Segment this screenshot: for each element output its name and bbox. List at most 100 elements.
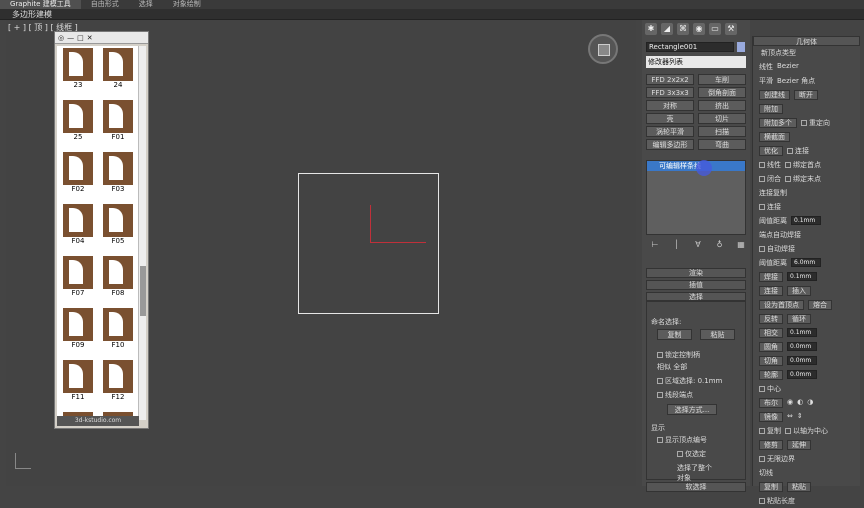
modifier-button[interactable]: 切片 xyxy=(698,113,746,124)
tab-selection[interactable]: 选择 xyxy=(129,0,163,9)
threshold2-spinner[interactable]: 6.0mm xyxy=(791,258,821,267)
threshold-spinner[interactable]: 0.1mm xyxy=(791,216,821,225)
modifier-button[interactable]: 对称 xyxy=(646,100,694,111)
mirror-vertical-icon[interactable]: ⇕ xyxy=(797,412,803,422)
mirror-horizontal-icon[interactable]: ⇔ xyxy=(787,412,793,422)
profile-tile[interactable]: F02 xyxy=(61,152,95,196)
vertex-smooth-radio[interactable]: 平滑 xyxy=(759,76,773,86)
palette-scroll-thumb[interactable] xyxy=(140,266,146,316)
rollout-rendering[interactable]: 渲染 xyxy=(646,268,746,278)
trim-button[interactable]: 修剪 xyxy=(759,440,783,450)
cross-section-button[interactable]: 横截面 xyxy=(759,132,790,142)
chamfer-button[interactable]: 切角 xyxy=(759,356,783,366)
pin-stack-icon[interactable]: ⊢ xyxy=(650,240,660,250)
profile-tile[interactable]: F04 xyxy=(61,204,95,248)
select-by-button[interactable]: 选择方式... xyxy=(667,404,717,415)
outline-button[interactable]: 轮廓 xyxy=(759,370,783,380)
profile-tile[interactable]: F09 xyxy=(61,308,95,352)
refine-button[interactable]: 优化 xyxy=(759,146,783,156)
attach-multiple-button[interactable]: 附加多个 xyxy=(759,118,797,128)
paste-selection-button[interactable]: 粘贴 xyxy=(700,329,735,340)
configure-sets-icon[interactable]: ▦ xyxy=(736,240,746,250)
modifier-button[interactable]: 编辑多边形 xyxy=(646,139,694,150)
boolean-union-icon[interactable]: ◉ xyxy=(787,398,793,408)
tab-graphite[interactable]: Graphite 建模工具 xyxy=(0,0,81,9)
boolean-subtract-icon[interactable]: ◐ xyxy=(797,398,803,408)
modifier-button[interactable]: 壳 xyxy=(646,113,694,124)
bind-first-checkbox[interactable] xyxy=(785,162,791,168)
paste-length-checkbox[interactable] xyxy=(759,498,765,504)
cycle-button[interactable]: 循环 xyxy=(787,314,811,324)
modifier-button[interactable]: FFD 2x2x2 xyxy=(646,74,694,85)
boolean-button[interactable]: 布尔 xyxy=(759,398,783,408)
linear-checkbox[interactable] xyxy=(759,162,765,168)
attach-button[interactable]: 附加 xyxy=(759,104,783,114)
modifier-button[interactable]: FFD 3x3x3 xyxy=(646,87,694,98)
copy-selection-button[interactable]: 复制 xyxy=(657,329,692,340)
close-icon[interactable]: ✕ xyxy=(87,34,93,42)
vertex-bezier-corner-radio[interactable]: Bezier 角点 xyxy=(777,76,815,86)
palette-scrollbar[interactable] xyxy=(138,46,146,420)
profile-tile[interactable]: 24 xyxy=(101,48,135,92)
rectangle-shape[interactable] xyxy=(298,173,439,314)
modifier-button[interactable]: 涡轮平滑 xyxy=(646,126,694,137)
break-button[interactable]: 断开 xyxy=(794,90,818,100)
weld-spinner[interactable]: 0.1mm xyxy=(787,272,817,281)
modifier-button[interactable]: 扫描 xyxy=(698,126,746,137)
create-line-button[interactable]: 创建线 xyxy=(759,90,790,100)
profile-tile[interactable]: F05 xyxy=(101,204,135,248)
fillet-spinner[interactable]: 0.0mm xyxy=(787,342,817,351)
reorient-checkbox[interactable] xyxy=(801,120,807,126)
rollout-interpolation[interactable]: 插值 xyxy=(646,280,746,290)
profile-tile[interactable]: F08 xyxy=(101,256,135,300)
modifier-button[interactable]: 挤出 xyxy=(698,100,746,111)
tangent-paste-button[interactable]: 粘贴 xyxy=(787,482,811,492)
show-vertex-numbers-checkbox[interactable] xyxy=(657,437,663,443)
chamfer-spinner[interactable]: 0.0mm xyxy=(787,356,817,365)
modify-tab-icon[interactable]: ◢ xyxy=(661,23,673,35)
geometry-title[interactable]: 几何体 xyxy=(753,36,860,46)
selected-only-checkbox[interactable] xyxy=(677,451,683,457)
rollout-soft-selection[interactable]: 软选择 xyxy=(646,482,746,492)
auto-weld-checkbox[interactable] xyxy=(759,246,765,252)
infinite-bounds-checkbox[interactable] xyxy=(759,456,765,462)
fuse-button[interactable]: 熔合 xyxy=(808,300,832,310)
closed-checkbox[interactable] xyxy=(759,176,765,182)
boolean-intersect-icon[interactable]: ◑ xyxy=(807,398,813,408)
profile-tile[interactable]: F03 xyxy=(101,152,135,196)
tab-freeform[interactable]: 自由形式 xyxy=(81,0,129,9)
reverse-button[interactable]: 反转 xyxy=(759,314,783,324)
weld-button[interactable]: 焊接 xyxy=(759,272,783,282)
intersect-button[interactable]: 相交 xyxy=(759,328,783,338)
profile-tile[interactable]: 25 xyxy=(61,100,95,144)
area-select-value[interactable]: 0.1mm xyxy=(698,377,723,385)
fillet-button[interactable]: 圆角 xyxy=(759,342,783,352)
connect-checkbox[interactable] xyxy=(787,148,793,154)
intersect-spinner[interactable]: 0.1mm xyxy=(787,328,817,337)
lock-handles-checkbox[interactable] xyxy=(657,352,663,358)
profile-tile[interactable]: F07 xyxy=(61,256,95,300)
minimize-icon[interactable]: — xyxy=(67,34,74,42)
profile-tile[interactable]: F10 xyxy=(101,308,135,352)
profile-tile[interactable]: F12 xyxy=(101,360,135,404)
bind-last-checkbox[interactable] xyxy=(785,176,791,182)
vertex-linear-radio[interactable]: 线性 xyxy=(759,62,773,72)
tangent-copy-button[interactable]: 复制 xyxy=(759,482,783,492)
insert-button[interactable]: 插入 xyxy=(787,286,811,296)
remove-modifier-icon[interactable]: ♁ xyxy=(715,240,725,250)
connect-button[interactable]: 连接 xyxy=(759,286,783,296)
ribbon-section-label[interactable]: 多边形建模 xyxy=(0,10,52,19)
profile-tile[interactable]: F11 xyxy=(61,360,95,404)
object-name-input[interactable]: Rectangle001 xyxy=(646,42,734,52)
extend-button[interactable]: 延伸 xyxy=(787,440,811,450)
segment-end-checkbox[interactable] xyxy=(657,392,663,398)
profile-tile[interactable]: F01 xyxy=(101,100,135,144)
center-checkbox[interactable] xyxy=(759,386,765,392)
show-end-result-icon[interactable]: │ xyxy=(672,240,682,250)
utilities-tab-icon[interactable]: ⚒ xyxy=(725,23,737,35)
create-tab-icon[interactable]: ✱ xyxy=(645,23,657,35)
modifier-button[interactable]: 车削 xyxy=(698,74,746,85)
connect-copy-checkbox[interactable] xyxy=(759,204,765,210)
gizmo-y-axis[interactable] xyxy=(370,205,371,243)
area-select-checkbox[interactable] xyxy=(657,378,663,384)
